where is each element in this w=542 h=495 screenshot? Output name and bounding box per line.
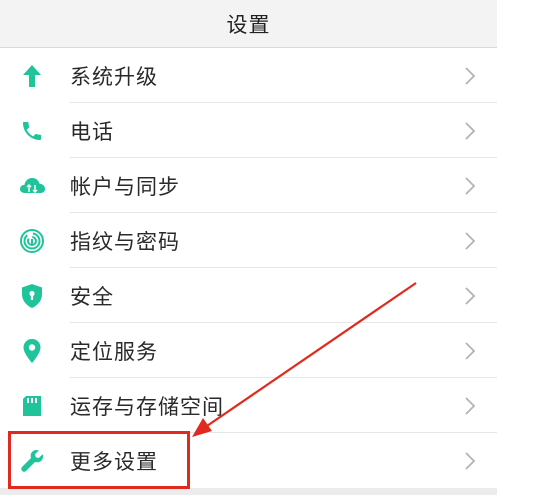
chevron-right-icon — [465, 121, 476, 140]
settings-item-label: 运存与存储空间 — [70, 394, 224, 419]
phone-icon — [18, 117, 46, 145]
settings-item-label: 系统升级 — [70, 64, 158, 89]
bottom-bar — [0, 488, 497, 495]
chevron-right-icon — [465, 341, 476, 360]
arrow-up-icon — [18, 62, 46, 90]
settings-item-fingerprint-password[interactable]: 指纹与密码 — [0, 213, 497, 268]
cloud-sync-icon — [18, 172, 46, 200]
chevron-right-icon — [465, 286, 476, 305]
location-pin-icon — [18, 337, 46, 365]
chevron-right-icon — [465, 231, 476, 250]
chevron-right-icon — [465, 66, 476, 85]
chevron-right-icon — [465, 176, 476, 195]
settings-screen: 设置 系统升级 电话 帐户与同步 指纹与密码 安全 定位服务 运存与存储空间 更… — [0, 0, 497, 495]
shield-icon — [18, 282, 46, 310]
settings-item-label: 安全 — [70, 284, 114, 309]
settings-item-accounts-sync[interactable]: 帐户与同步 — [0, 158, 497, 213]
settings-item-label: 更多设置 — [70, 449, 158, 474]
settings-list: 系统升级 电话 帐户与同步 指纹与密码 安全 定位服务 运存与存储空间 更多设置 — [0, 48, 497, 488]
page-title: 设置 — [226, 12, 271, 37]
settings-item-more-settings[interactable]: 更多设置 — [0, 433, 497, 488]
settings-item-label: 电话 — [70, 119, 114, 144]
fingerprint-icon — [18, 227, 46, 255]
chevron-right-icon — [465, 451, 476, 470]
settings-item-label: 定位服务 — [70, 339, 158, 364]
settings-item-label: 指纹与密码 — [70, 229, 180, 254]
settings-item-memory-storage[interactable]: 运存与存储空间 — [0, 378, 497, 433]
settings-item-phone[interactable]: 电话 — [0, 103, 497, 158]
app-header: 设置 — [0, 0, 497, 48]
wrench-icon — [18, 447, 46, 475]
settings-item-label: 帐户与同步 — [70, 174, 180, 199]
sd-card-icon — [18, 392, 46, 420]
settings-item-security[interactable]: 安全 — [0, 268, 497, 323]
settings-item-system-update[interactable]: 系统升级 — [0, 48, 497, 103]
chevron-right-icon — [465, 396, 476, 415]
settings-item-location-services[interactable]: 定位服务 — [0, 323, 497, 378]
